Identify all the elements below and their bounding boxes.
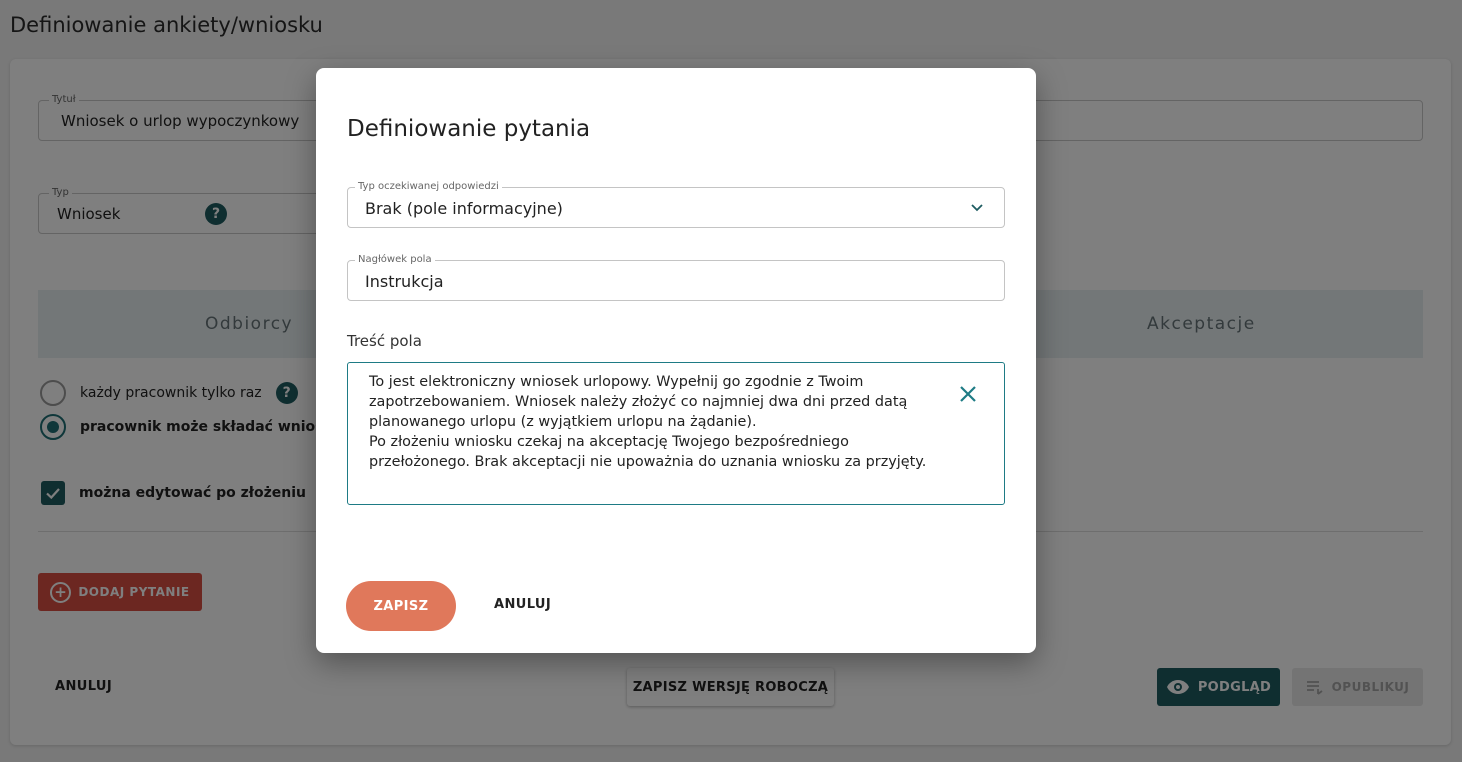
field-header-value: Instrukcja: [365, 272, 444, 291]
content-label: Treść pola: [347, 332, 422, 350]
question-dialog: Definiowanie pytania Typ oczekiwanej odp…: [316, 68, 1036, 653]
close-icon: [960, 386, 976, 402]
answer-type-legend: Typ oczekiwanej odpowiedzi: [355, 181, 502, 193]
field-header-legend: Nagłówek pola: [355, 254, 435, 266]
chevron-down-icon[interactable]: [970, 199, 984, 215]
dialog-save-button[interactable]: ZAPISZ: [346, 581, 456, 631]
dialog-cancel-button[interactable]: ANULUJ: [494, 597, 551, 612]
answer-type-select[interactable]: Typ oczekiwanej odpowiedzi Brak (pole in…: [347, 181, 1005, 228]
answer-type-value: Brak (pole informacyjne): [365, 199, 563, 218]
field-header-input[interactable]: Nagłówek pola Instrukcja: [347, 254, 1005, 301]
content-textarea[interactable]: To jest elektroniczny wniosek urlopowy. …: [347, 362, 1005, 505]
dialog-title: Definiowanie pytania: [347, 116, 591, 142]
clear-content-button[interactable]: [956, 382, 980, 406]
